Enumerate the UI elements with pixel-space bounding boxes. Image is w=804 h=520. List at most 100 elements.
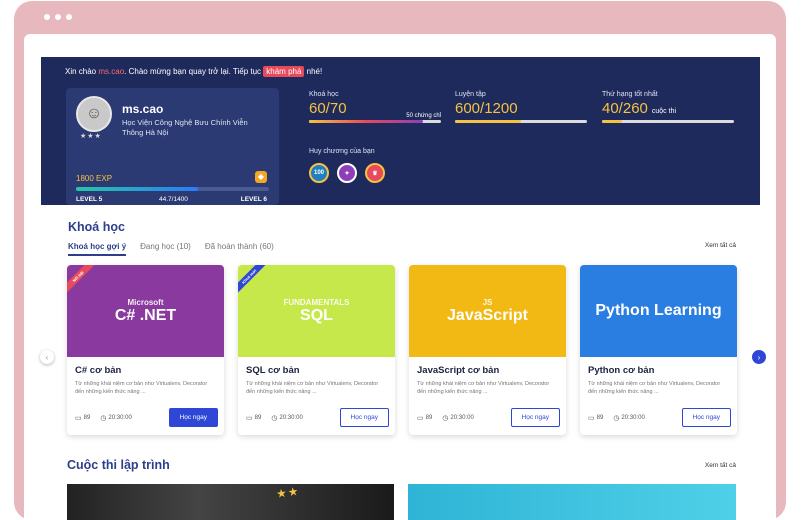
carousel-prev-icon[interactable]: ‹ bbox=[40, 350, 54, 364]
stat-sub: 50 chứng chỉ bbox=[406, 113, 441, 119]
course-logo: FUNDAMENTALS SQL bbox=[283, 298, 349, 325]
stat-courses: Khoá học 60/70 50 chứng chỉ bbox=[309, 91, 441, 123]
start-course-button[interactable]: Học ngay bbox=[510, 408, 560, 427]
course-card[interactable]: Nổi bật Microsoft C# .NET C# cơ bản Từ những… bbox=[67, 265, 224, 435]
course-title[interactable]: Python cơ bản bbox=[588, 365, 729, 376]
course-tabs: Khoá học gợi ý Đang học (10) Đã hoàn thà… bbox=[68, 242, 274, 256]
course-description: Từ những khái niệm cơ bản như Virtualenv… bbox=[588, 381, 721, 395]
contest-banner-art: ★ ★ bbox=[276, 486, 299, 501]
contest-banner-1[interactable]: ★ ★ bbox=[67, 484, 394, 520]
course-footer: ▭ 89 ◷ 20:30:00 Học ngay bbox=[417, 408, 560, 427]
profile-university: Học Viện Công Nghệ Bưu Chính Viễn Thông … bbox=[122, 118, 248, 137]
lessons-icon: ▭ bbox=[75, 414, 82, 422]
exp-label: 1800 EXP bbox=[76, 174, 113, 183]
course-thumbnail[interactable]: Nổi bật Microsoft C# .NET bbox=[67, 265, 224, 357]
course-logo-title: JavaScript bbox=[447, 306, 528, 324]
course-description: Từ những khái niệm cơ bản như Virtualenv… bbox=[75, 381, 208, 395]
course-logo: JS JavaScript bbox=[447, 298, 528, 325]
start-course-button[interactable]: Học ngay bbox=[339, 408, 389, 427]
course-description: Từ những khái niệm cơ bản như Virtualenv… bbox=[417, 381, 550, 395]
lessons-icon: ▭ bbox=[246, 414, 253, 422]
level-current: LEVEL 5 bbox=[76, 196, 103, 203]
course-footer: ▭ 89 ◷ 20:30:00 Học ngay bbox=[588, 408, 731, 427]
course-logo-title: Python Learning bbox=[595, 302, 722, 319]
course-duration: 20:30:00 bbox=[108, 414, 132, 421]
medal-100-icon[interactable]: 100 bbox=[309, 163, 329, 183]
medal-trophy-icon[interactable]: ♛ bbox=[365, 163, 385, 183]
course-card[interactable]: Khoá mới FUNDAMENTALS SQL SQL cơ bản Từ nhữn… bbox=[238, 265, 395, 435]
stat-label: Luyện tập bbox=[455, 91, 486, 98]
stat-label: Thứ hạng tốt nhất bbox=[602, 91, 658, 98]
stat-progress-fill bbox=[602, 120, 622, 123]
profile-card: ☺ ★★★ ms.cao Học Viện Công Nghệ Bưu Chín… bbox=[66, 88, 279, 205]
stat-value-unit: cuộc thi bbox=[651, 108, 677, 115]
course-thumbnail[interactable]: Khoá mới FUNDAMENTALS SQL bbox=[238, 265, 395, 357]
stat-label: Khoá học bbox=[309, 91, 339, 98]
greeting: Xin chào ms.cao. Chào mừng bạn quay trở … bbox=[65, 66, 323, 77]
course-footer: ▭ 89 ◷ 20:30:00 Học ngay bbox=[246, 408, 389, 427]
stat-practice: Luyện tập 600/1200 bbox=[455, 91, 587, 123]
level-next: LEVEL 6 bbox=[240, 196, 267, 203]
greeting-text-end: nhé! bbox=[304, 67, 323, 76]
page-viewport: Xin chào ms.cao. Chào mừng bạn quay trở … bbox=[24, 34, 776, 520]
course-title[interactable]: JavaScript cơ bản bbox=[417, 365, 558, 376]
stat-progress-bar bbox=[455, 120, 587, 123]
exp-progress-bar bbox=[76, 187, 269, 191]
exp-progress-fill bbox=[76, 187, 198, 191]
stat-value: 40/260 cuộc thi bbox=[602, 100, 734, 117]
course-thumbnail[interactable]: Python Learning bbox=[580, 265, 737, 357]
tab-in-progress[interactable]: Đang học (10) bbox=[140, 242, 191, 256]
course-card[interactable]: JS JavaScript JavaScript cơ bản Từ những kh… bbox=[409, 265, 566, 435]
course-lessons: 89 bbox=[254, 414, 262, 421]
medals-label: Huy chương của bạn bbox=[309, 148, 375, 155]
start-course-button[interactable]: Học ngay bbox=[168, 408, 218, 427]
clock-icon: ◷ bbox=[271, 414, 278, 422]
course-duration: 20:30:00 bbox=[621, 414, 645, 421]
explore-link[interactable]: khám phá bbox=[263, 66, 305, 77]
contest-banner-2[interactable] bbox=[408, 484, 736, 520]
avatar[interactable]: ☺ bbox=[76, 96, 112, 132]
level-badge-icon: ◆ bbox=[255, 171, 267, 183]
course-footer: ▭ 89 ◷ 20:30:00 Học ngay bbox=[75, 408, 218, 427]
course-logo-title: C# .NET bbox=[114, 306, 177, 324]
tab-completed[interactable]: Đã hoàn thành (60) bbox=[205, 242, 274, 256]
level-progress: 44.7/1400 bbox=[159, 196, 188, 203]
course-thumbnail[interactable]: JS JavaScript bbox=[409, 265, 566, 357]
course-card[interactable]: Python Learning Python cơ bản Từ những khá… bbox=[580, 265, 737, 435]
course-logo-sub: Microsoft bbox=[127, 297, 164, 307]
greeting-text: Xin chào bbox=[65, 67, 99, 76]
contest-see-all-link[interactable]: Xem tất cả bbox=[705, 462, 736, 469]
hero-banner: Xin chào ms.cao. Chào mừng bạn quay trở … bbox=[41, 57, 760, 205]
greeting-text-mid: . Chào mừng bạn quay trở lại. Tiếp tục bbox=[124, 67, 264, 76]
stat-value-number: 40/260 bbox=[602, 100, 648, 117]
course-title[interactable]: SQL cơ bản bbox=[246, 365, 387, 376]
window-dots bbox=[44, 14, 72, 20]
course-lessons: 89 bbox=[596, 414, 604, 421]
stat-progress-fill bbox=[309, 120, 423, 123]
contest-title: Cuộc thi lập trình bbox=[67, 458, 170, 472]
courses-see-all-link[interactable]: Xem tất cả bbox=[705, 242, 736, 249]
course-description: Từ những khái niệm cơ bản như Virtualenv… bbox=[246, 381, 379, 395]
course-logo: Python Learning bbox=[595, 302, 721, 320]
courses-title: Khoá học bbox=[68, 220, 125, 234]
greeting-username[interactable]: ms.cao bbox=[98, 67, 124, 76]
clock-icon: ◷ bbox=[100, 414, 107, 422]
course-lessons: 89 bbox=[83, 414, 91, 421]
stat-rank: Thứ hạng tốt nhất 40/260 cuộc thi bbox=[602, 91, 734, 123]
course-title[interactable]: C# cơ bản bbox=[75, 365, 216, 376]
profile-name: ms.cao bbox=[122, 102, 164, 116]
carousel-next-icon[interactable]: › bbox=[752, 350, 766, 364]
course-ribbon: Khoá mới bbox=[238, 265, 270, 297]
tab-suggested[interactable]: Khoá học gợi ý bbox=[68, 242, 127, 256]
stat-progress-bar bbox=[309, 120, 441, 123]
clock-icon: ◷ bbox=[442, 414, 449, 422]
stat-progress-bar bbox=[602, 120, 734, 123]
course-ribbon: Nổi bật bbox=[67, 265, 99, 297]
medal-shield-icon[interactable]: ✦ bbox=[337, 163, 357, 183]
medals-list: 100 ✦ ♛ bbox=[309, 163, 385, 183]
rank-stars-icon: ★★★ bbox=[80, 133, 102, 140]
lessons-icon: ▭ bbox=[588, 414, 595, 422]
course-logo-sub: FUNDAMENTALS bbox=[283, 297, 350, 307]
course-lessons: 89 bbox=[425, 414, 433, 421]
start-course-button[interactable]: Học ngay bbox=[681, 408, 731, 427]
